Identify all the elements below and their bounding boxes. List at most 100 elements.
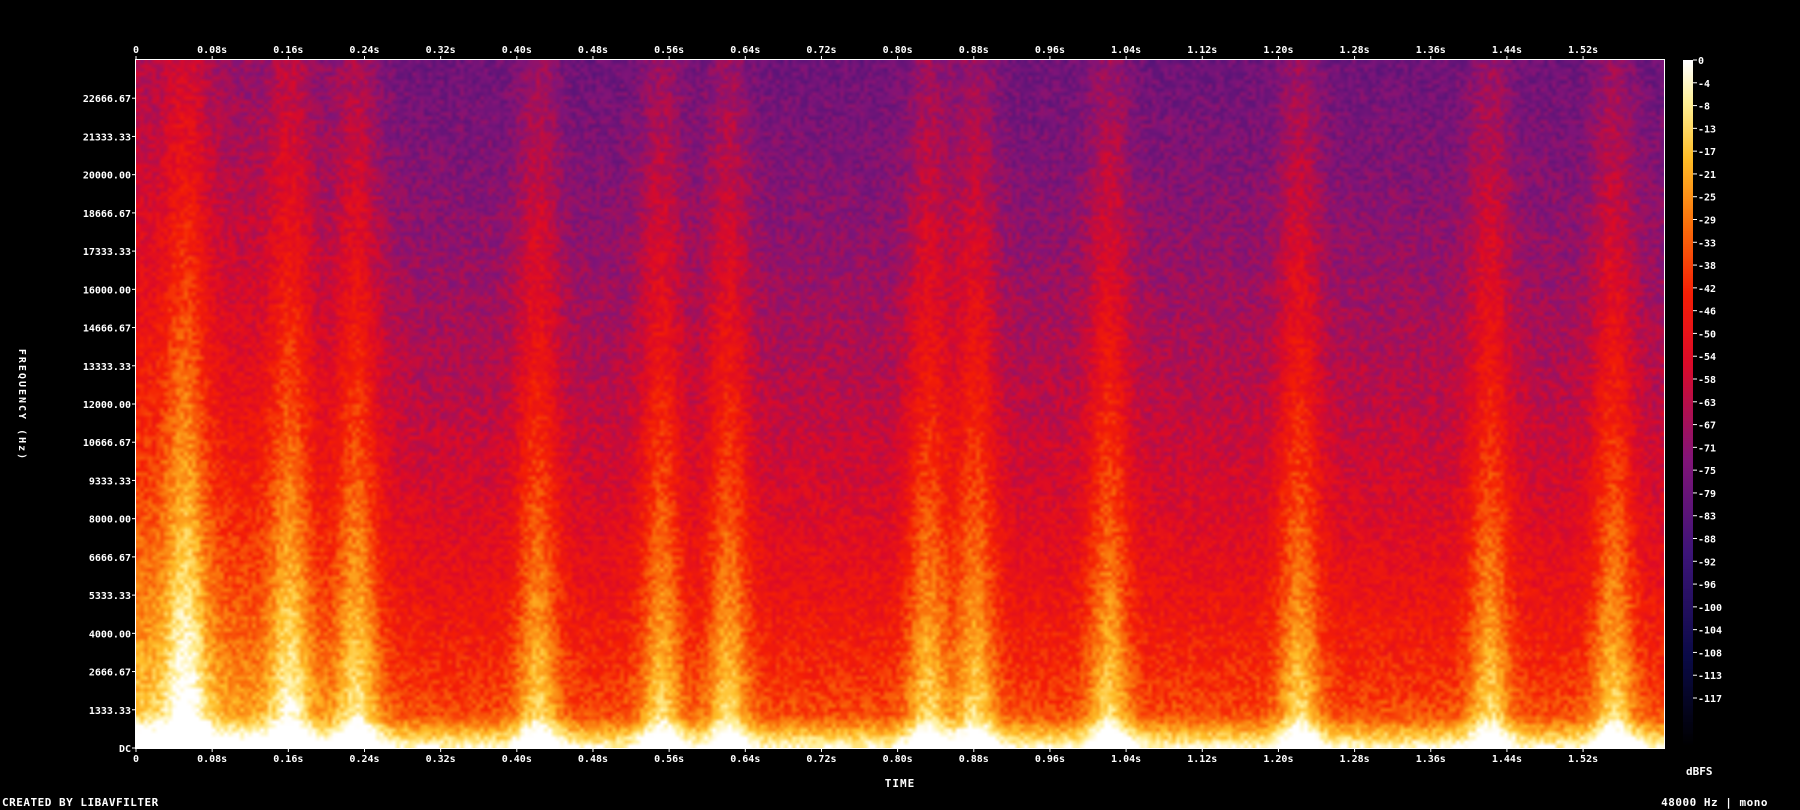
x-tick-label-top: 0.24s [349,45,379,56]
colorbar-tick-label: -104 [1698,626,1722,637]
x-tick-label-bottom: 1.52s [1568,754,1598,765]
colorbar-tick-label: -54 [1698,352,1716,363]
x-tick-label-top: 0.40s [502,45,532,56]
x-tick-label-top: 1.12s [1187,45,1217,56]
x-tick-label-top: 0.64s [730,45,760,56]
x-tick-label-bottom: 0.80s [883,754,913,765]
y-tick-label: 20000.00 [83,171,131,182]
x-axis-label: TIME [885,777,916,790]
x-tick-label-bottom: 1.20s [1263,754,1293,765]
colorbar-tick-label: -108 [1698,648,1722,659]
x-tick-label-top: 0.96s [1035,45,1065,56]
colorbar-tick-label: -4 [1698,79,1710,90]
colorbar-tick-label: -46 [1698,307,1716,318]
y-tick-label: 13333.33 [83,362,131,373]
y-tick-label: 8000.00 [89,515,131,526]
x-tick-label-bottom: 0.24s [349,754,379,765]
credit-text: CREATED BY LIBAVFILTER [2,796,159,809]
x-tick-label-bottom: 1.12s [1187,754,1217,765]
colorbar-tick-label: -88 [1698,535,1716,546]
y-tick-label: 14666.67 [83,324,131,335]
y-tick-label: 21333.33 [83,132,131,143]
colorbar-tick-label: -38 [1698,261,1716,272]
y-tick-label: 10666.67 [83,438,131,449]
x-tick-label-top: 0.56s [654,45,684,56]
y-tick-label: DC [119,744,131,755]
x-tick-label-top: 1.44s [1492,45,1522,56]
x-axis-bottom: 0 0.08s 0.16s 0.24s 0.32s 0.40s 0.48s 0.56s 0.64… [133,748,1598,765]
x-tick-label-top: 1.36s [1416,45,1446,56]
audio-info: 48000 Hz | mono [1661,796,1768,809]
x-tick-label-bottom: 0.88s [959,754,989,765]
colorbar-tick-label: -117 [1698,694,1722,705]
colorbar-tick-label: -17 [1698,147,1716,158]
x-tick-label-bottom: 0.08s [197,754,227,765]
y-tick-label: 17333.33 [83,247,131,258]
x-tick-label-bottom: 1.28s [1340,754,1370,765]
x-tick-label-bottom: 1.44s [1492,754,1522,765]
colorbar-tick-label: -42 [1698,284,1716,295]
colorbar-ticks: 0 -4 -8 -13 -17 -21 -25 -29 -33 -38 -42 -46 -50 -54 -5… [1693,56,1722,705]
x-tick-label-bottom: 0 [133,754,139,765]
x-tick-label-top: 0.80s [883,45,913,56]
x-tick-label-bottom: 0.56s [654,754,684,765]
colorbar-tick-label: -63 [1698,398,1716,409]
x-tick-label-bottom: 0.48s [578,754,608,765]
colorbar-tick-label: -33 [1698,238,1716,249]
x-axis-top: 0 0.08s 0.16s 0.24s 0.32s 0.40s 0.48s 0.56s 0.64… [133,45,1598,60]
colorbar-unit: dBFS [1686,765,1713,778]
y-tick-label: 18666.67 [83,209,131,220]
x-tick-label-top: 0.88s [959,45,989,56]
x-tick-label-bottom: 0.32s [426,754,456,765]
x-tick-label-bottom: 0.40s [502,754,532,765]
x-tick-label-bottom: 1.36s [1416,754,1446,765]
colorbar-tick-label: -13 [1698,124,1716,135]
colorbar-tick-label: -29 [1698,216,1716,227]
colorbar-tick-label: -75 [1698,466,1716,477]
x-tick-label-top: 0.72s [806,45,836,56]
colorbar-tick-label: -50 [1698,329,1716,340]
y-tick-label: 22666.67 [83,94,131,105]
x-tick-label-top: 1.04s [1111,45,1141,56]
x-tick-label-top: 0.16s [273,45,303,56]
x-tick-label-top: 1.28s [1340,45,1370,56]
x-tick-label-bottom: 0.72s [806,754,836,765]
colorbar-gradient [1683,60,1693,748]
y-tick-label: 5333.33 [89,591,131,602]
y-tick-label: 4000.00 [89,629,131,640]
colorbar-tick-label: -21 [1698,170,1716,181]
colorbar-tick-label: -58 [1698,375,1716,386]
x-tick-label-top: 0.32s [426,45,456,56]
y-tick-label: 2666.67 [89,668,131,679]
colorbar-tick-label: -113 [1698,671,1722,682]
spectrogram-heatmap [136,60,1664,748]
colorbar-tick-label: -8 [1698,102,1710,113]
y-tick-label: 16000.00 [83,285,131,296]
colorbar-tick-label: -83 [1698,512,1716,523]
x-tick-label-bottom: 0.96s [1035,754,1065,765]
spectrogram-figure: 0 0.08s 0.16s 0.24s 0.32s 0.40s 0.48s 0.56s 0.64… [16,45,1722,790]
x-tick-label-bottom: 0.16s [273,754,303,765]
x-tick-label-top: 1.20s [1263,45,1293,56]
colorbar-tick-label: -79 [1698,489,1716,500]
x-tick-label-bottom: 0.64s [730,754,760,765]
x-tick-label-top: 0.08s [197,45,227,56]
colorbar-tick-label: -67 [1698,421,1716,432]
colorbar-tick-label: -100 [1698,603,1722,614]
x-tick-label-top: 0 [133,45,139,56]
y-axis-label: FREQUENCY (Hz) [16,349,27,461]
colorbar: 0 -4 -8 -13 -17 -21 -25 -29 -33 -38 -42 -46 -50 -54 -5… [1683,56,1722,778]
colorbar-tick-label: -25 [1698,193,1716,204]
colorbar-tick-label: -71 [1698,443,1716,454]
y-tick-label: 6666.67 [89,553,131,564]
x-tick-label-top: 0.48s [578,45,608,56]
colorbar-tick-label: -92 [1698,557,1716,568]
spectrogram-plot [135,59,1665,749]
colorbar-tick-label: 0 [1698,56,1704,67]
y-tick-label: 1333.33 [89,706,131,717]
x-tick-label-top: 1.52s [1568,45,1598,56]
colorbar-tick-label: -96 [1698,580,1716,591]
x-tick-label-bottom: 1.04s [1111,754,1141,765]
y-tick-label: 9333.33 [89,476,131,487]
y-axis: DC 1333.33 2666.67 4000.00 5333.33 6666.67 800… [83,94,136,755]
